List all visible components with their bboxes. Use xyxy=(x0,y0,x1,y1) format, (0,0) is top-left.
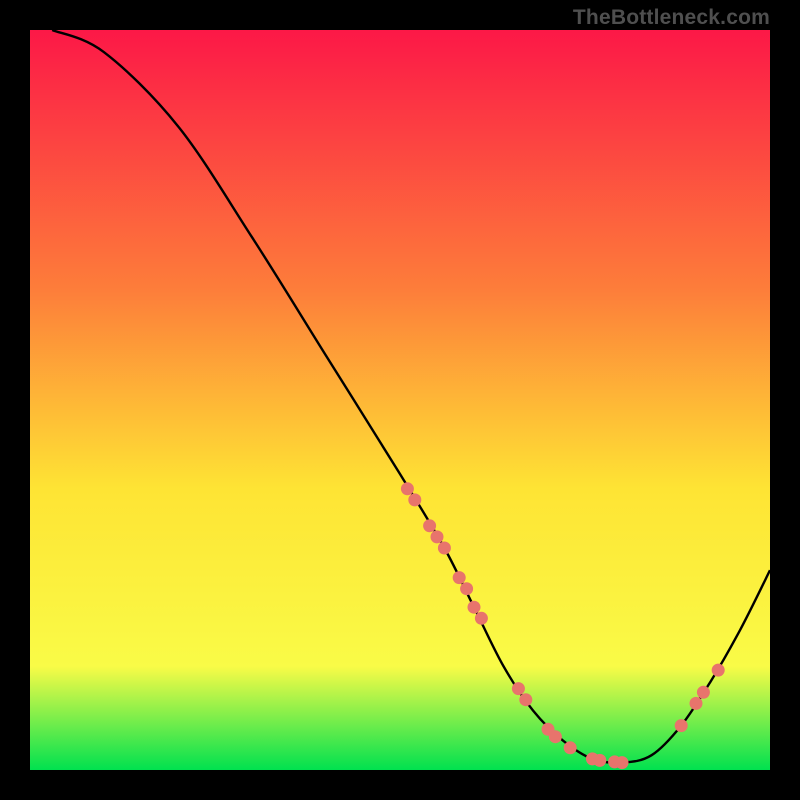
bottleneck-chart xyxy=(30,30,770,770)
data-dot xyxy=(431,530,444,543)
data-dot xyxy=(512,682,525,695)
data-dot xyxy=(675,719,688,732)
watermark-text: TheBottleneck.com xyxy=(573,6,770,30)
data-dot xyxy=(408,493,421,506)
data-dot xyxy=(438,542,451,555)
data-dot xyxy=(616,756,629,769)
data-dot xyxy=(697,686,710,699)
data-dot xyxy=(468,601,481,614)
data-dot xyxy=(690,697,703,710)
data-dot xyxy=(401,482,414,495)
data-dot xyxy=(593,754,606,767)
data-dot xyxy=(475,612,488,625)
chart-frame xyxy=(30,30,770,770)
data-dot xyxy=(549,730,562,743)
data-dot xyxy=(460,582,473,595)
data-dot xyxy=(453,571,466,584)
gradient-background xyxy=(30,30,770,770)
data-dot xyxy=(423,519,436,532)
data-dot xyxy=(519,693,532,706)
data-dot xyxy=(712,664,725,677)
data-dot xyxy=(564,741,577,754)
